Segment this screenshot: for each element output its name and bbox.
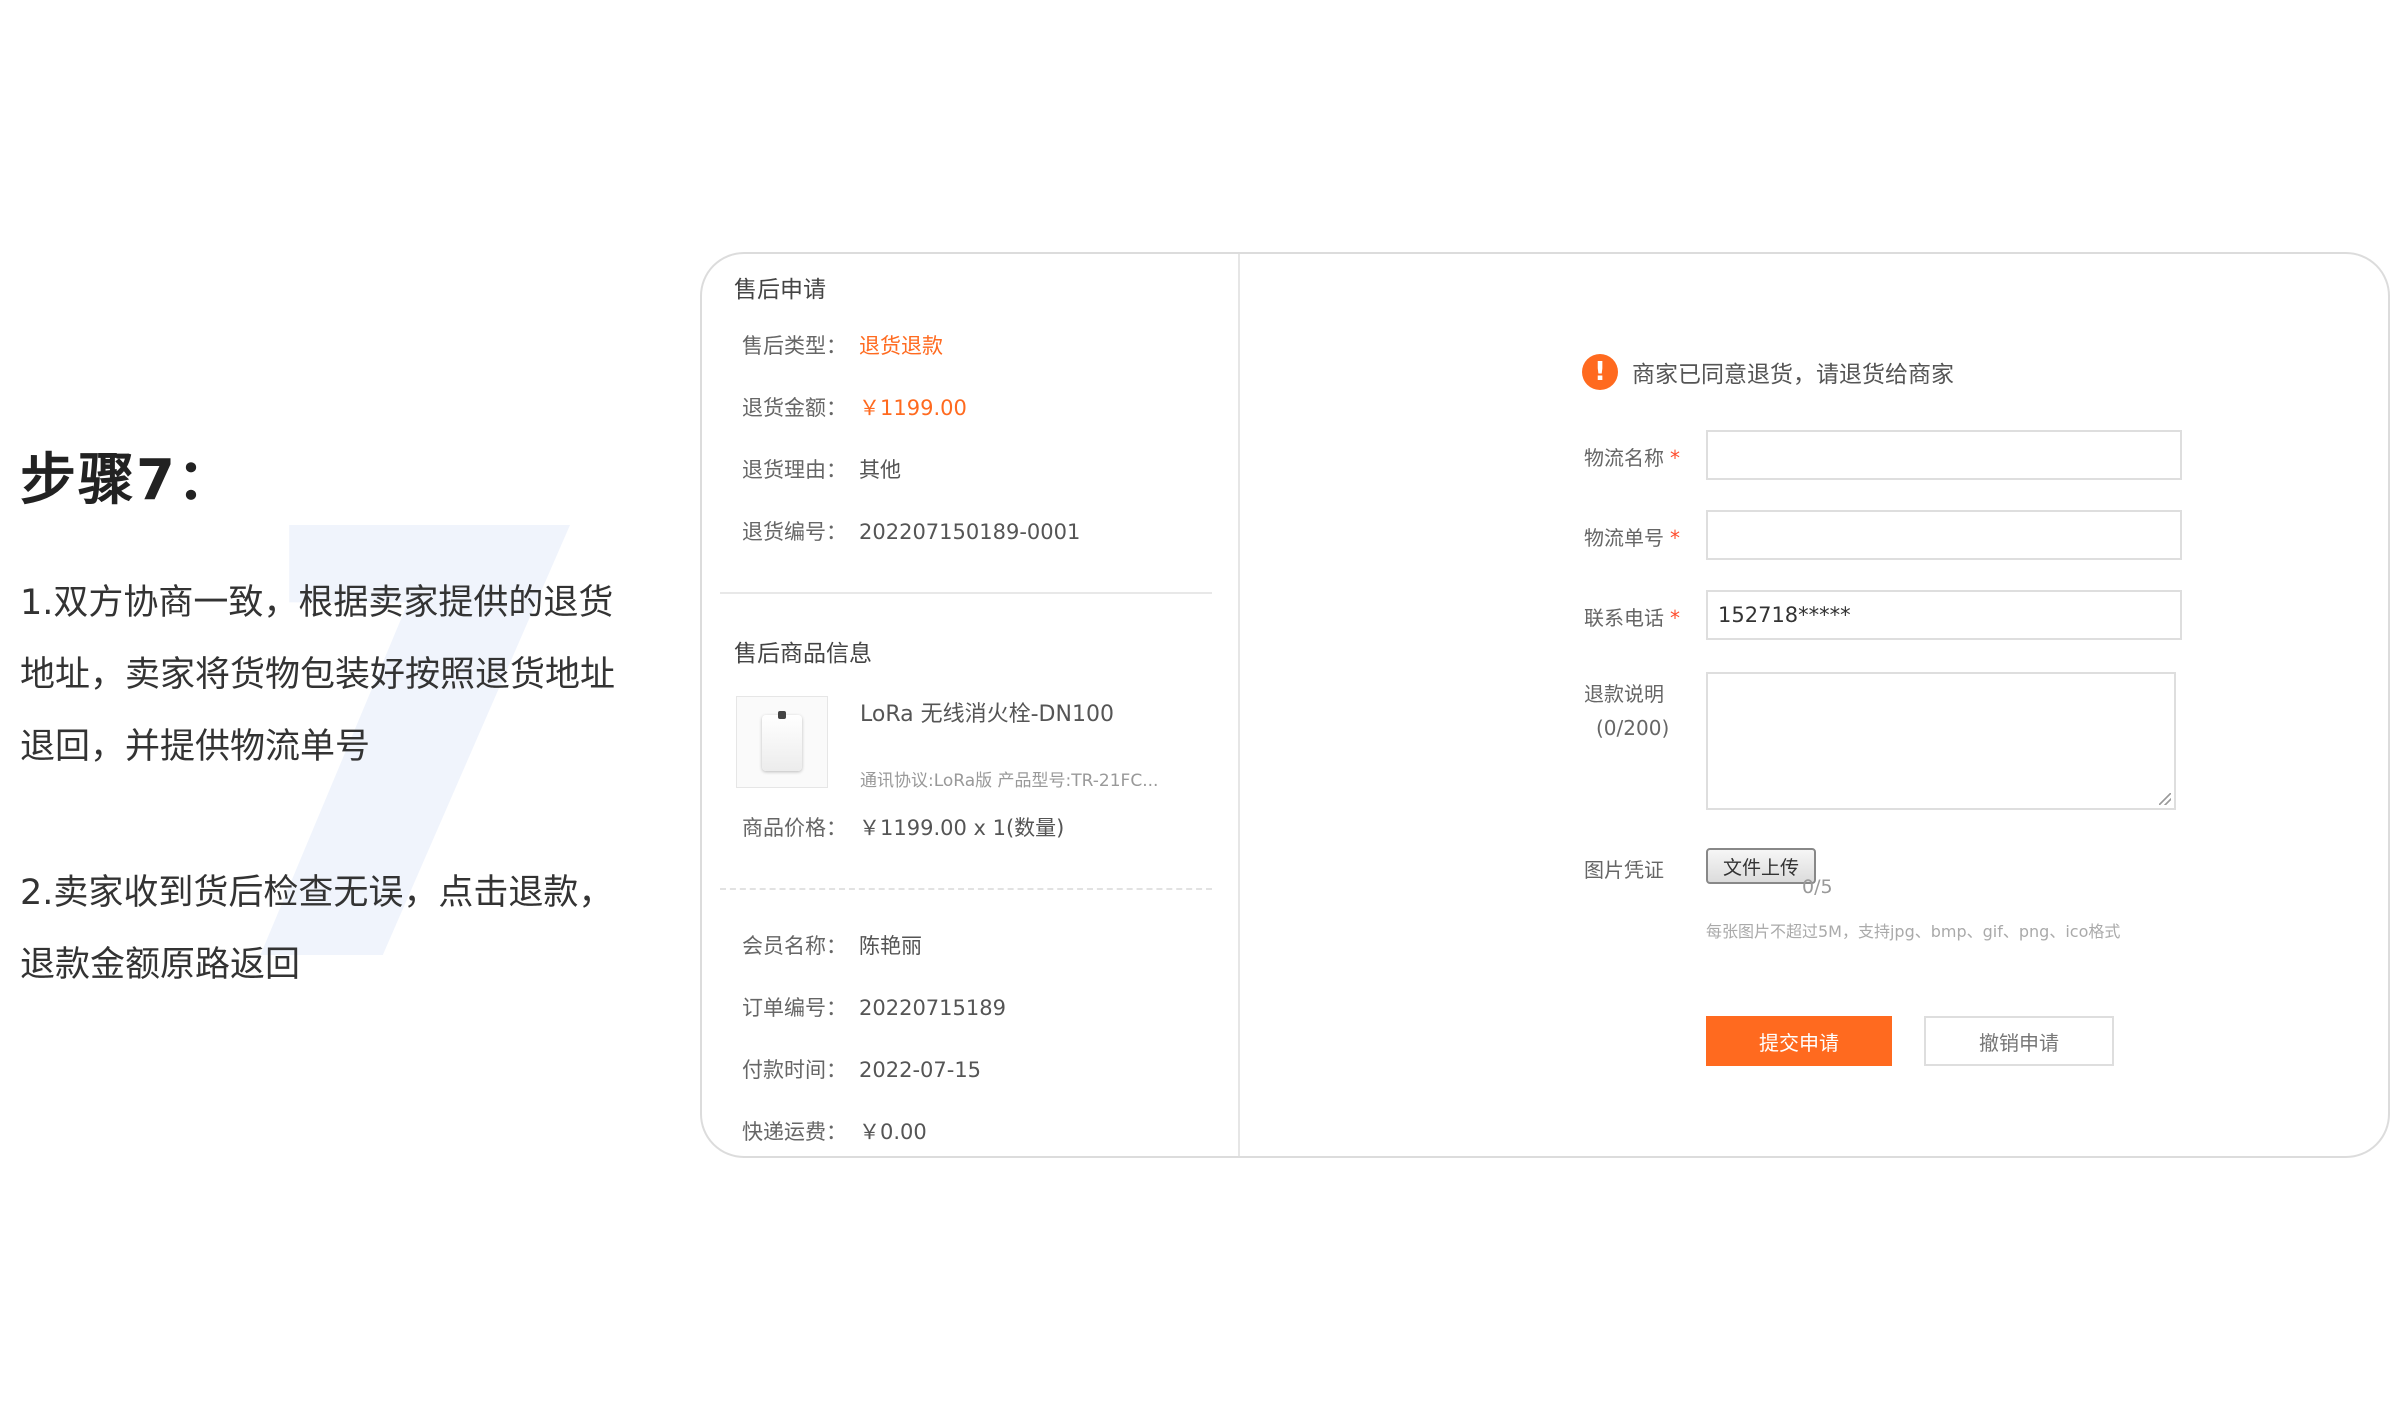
product-price-value: ￥1199.00 x 1(数量) xyxy=(859,816,1065,840)
after-sale-type-value: 退货退款 xyxy=(859,334,943,358)
phone-label-text: 联系电话 xyxy=(1584,606,1664,630)
phone-input[interactable] xyxy=(1706,590,2182,640)
shipping-fee-value: ￥0.00 xyxy=(859,1120,927,1144)
image-proof-label: 图片凭证 xyxy=(1584,858,1664,882)
member-name-row: 会员名称： 陈艳丽 xyxy=(742,930,922,960)
upload-hint: 每张图片不超过5M，支持jpg、bmp、gif、png、ico格式 xyxy=(1706,922,2121,941)
refund-note-textarea[interactable] xyxy=(1706,672,2176,810)
return-notice: ! 商家已同意退货，请退货给商家 xyxy=(1582,354,1954,390)
return-amount-label: 退货金额： xyxy=(742,396,847,420)
required-mark: * xyxy=(1670,526,1680,550)
after-sale-type-label: 售后类型： xyxy=(742,334,847,358)
file-upload-button[interactable]: 文件上传 xyxy=(1706,848,1816,884)
return-reason-row: 退货理由： 其他 xyxy=(742,454,901,484)
after-sale-info-panel: 售后申请 售后类型： 退货退款 退货金额： ￥1199.00 退货理由： 其他 退货编… xyxy=(702,254,1240,1156)
logistics-name-label: 物流名称 * xyxy=(1584,442,1694,471)
product-spec: 通讯协议:LoRa版 产品型号:TR-21FC... xyxy=(860,771,1159,791)
member-name-label: 会员名称： xyxy=(742,934,847,958)
step-description-2-line-2: 退款金额原路返回 xyxy=(20,945,301,985)
notice-text: 商家已同意退货，请退货给商家 xyxy=(1632,362,1954,388)
logistics-number-label: 物流单号 * xyxy=(1584,522,1694,551)
logistics-number-label-text: 物流单号 xyxy=(1584,526,1664,550)
refund-note-count: (0/200) xyxy=(1596,716,1670,740)
shipping-fee-label: 快递运费： xyxy=(742,1120,847,1144)
product-price-label: 商品价格： xyxy=(742,816,847,840)
product-thumbnail xyxy=(736,696,828,788)
step-description-1-line-1: 1.双方协商一致，根据卖家提供的退货 xyxy=(20,583,614,623)
step-description-2: 2.卖家收到货后检查无误，点击退款， 退款金额原路返回 xyxy=(20,857,660,1001)
after-sale-card: 售后申请 售后类型： 退货退款 退货金额： ￥1199.00 退货理由： 其他 退货编… xyxy=(700,252,2390,1158)
logistics-number-input[interactable] xyxy=(1706,510,2182,560)
payment-time-label: 付款时间： xyxy=(742,1058,847,1082)
after-sale-title: 售后申请 xyxy=(734,277,826,303)
order-number-row: 订单编号： 20220715189 xyxy=(742,992,1006,1022)
return-reason-label: 退货理由： xyxy=(742,458,847,482)
payment-time-value: 2022-07-15 xyxy=(859,1058,982,1082)
order-number-value: 20220715189 xyxy=(859,996,1006,1020)
refund-note-label: 退款说明 xyxy=(1584,682,1664,706)
section-divider-dashed xyxy=(720,888,1212,890)
return-number-value: 202207150189-0001 xyxy=(859,520,1081,544)
resize-grip-icon[interactable] xyxy=(2159,793,2171,805)
return-number-label: 退货编号： xyxy=(742,520,847,544)
step-description-2-line-1: 2.卖家收到货后检查无误，点击退款， xyxy=(20,873,614,913)
return-amount-value: ￥1199.00 xyxy=(859,396,967,420)
cancel-application-button[interactable]: 撤销申请 xyxy=(1924,1016,2114,1066)
product-info-title: 售后商品信息 xyxy=(734,641,872,667)
step-description-1: 1.双方协商一致，根据卖家提供的退货 地址，卖家将货物包装好按照退货地址 退回，… xyxy=(20,567,660,783)
payment-time-row: 付款时间： 2022-07-15 xyxy=(742,1054,981,1084)
required-mark: * xyxy=(1670,446,1680,470)
step-description-1-line-2: 地址，卖家将货物包装好按照退货地址 xyxy=(20,655,616,695)
return-amount-row: 退货金额： ￥1199.00 xyxy=(742,392,967,422)
return-number-row: 退货编号： 202207150189-0001 xyxy=(742,516,1080,546)
after-sale-type-row: 售后类型： 退货退款 xyxy=(742,330,943,360)
step-title: 步骤7： xyxy=(20,448,235,513)
section-divider xyxy=(720,592,1212,594)
member-name-value: 陈艳丽 xyxy=(859,934,922,958)
upload-count: 0/5 xyxy=(1802,876,1833,898)
order-number-label: 订单编号： xyxy=(742,996,847,1020)
submit-application-button[interactable]: 提交申请 xyxy=(1706,1016,1892,1066)
warning-icon: ! xyxy=(1582,354,1618,390)
return-reason-value: 其他 xyxy=(859,458,901,482)
product-name: LoRa 无线消火栓-DN100 xyxy=(860,702,1114,727)
product-price-row: 商品价格： ￥1199.00 x 1(数量) xyxy=(742,812,1064,842)
product-image xyxy=(762,711,802,771)
phone-label: 联系电话 * xyxy=(1584,602,1694,631)
required-mark: * xyxy=(1670,606,1680,630)
logistics-name-label-text: 物流名称 xyxy=(1584,446,1664,470)
shipping-fee-row: 快递运费： ￥0.00 xyxy=(742,1116,927,1146)
step-description-1-line-3: 退回，并提供物流单号 xyxy=(20,727,371,767)
logistics-name-input[interactable] xyxy=(1706,430,2182,480)
